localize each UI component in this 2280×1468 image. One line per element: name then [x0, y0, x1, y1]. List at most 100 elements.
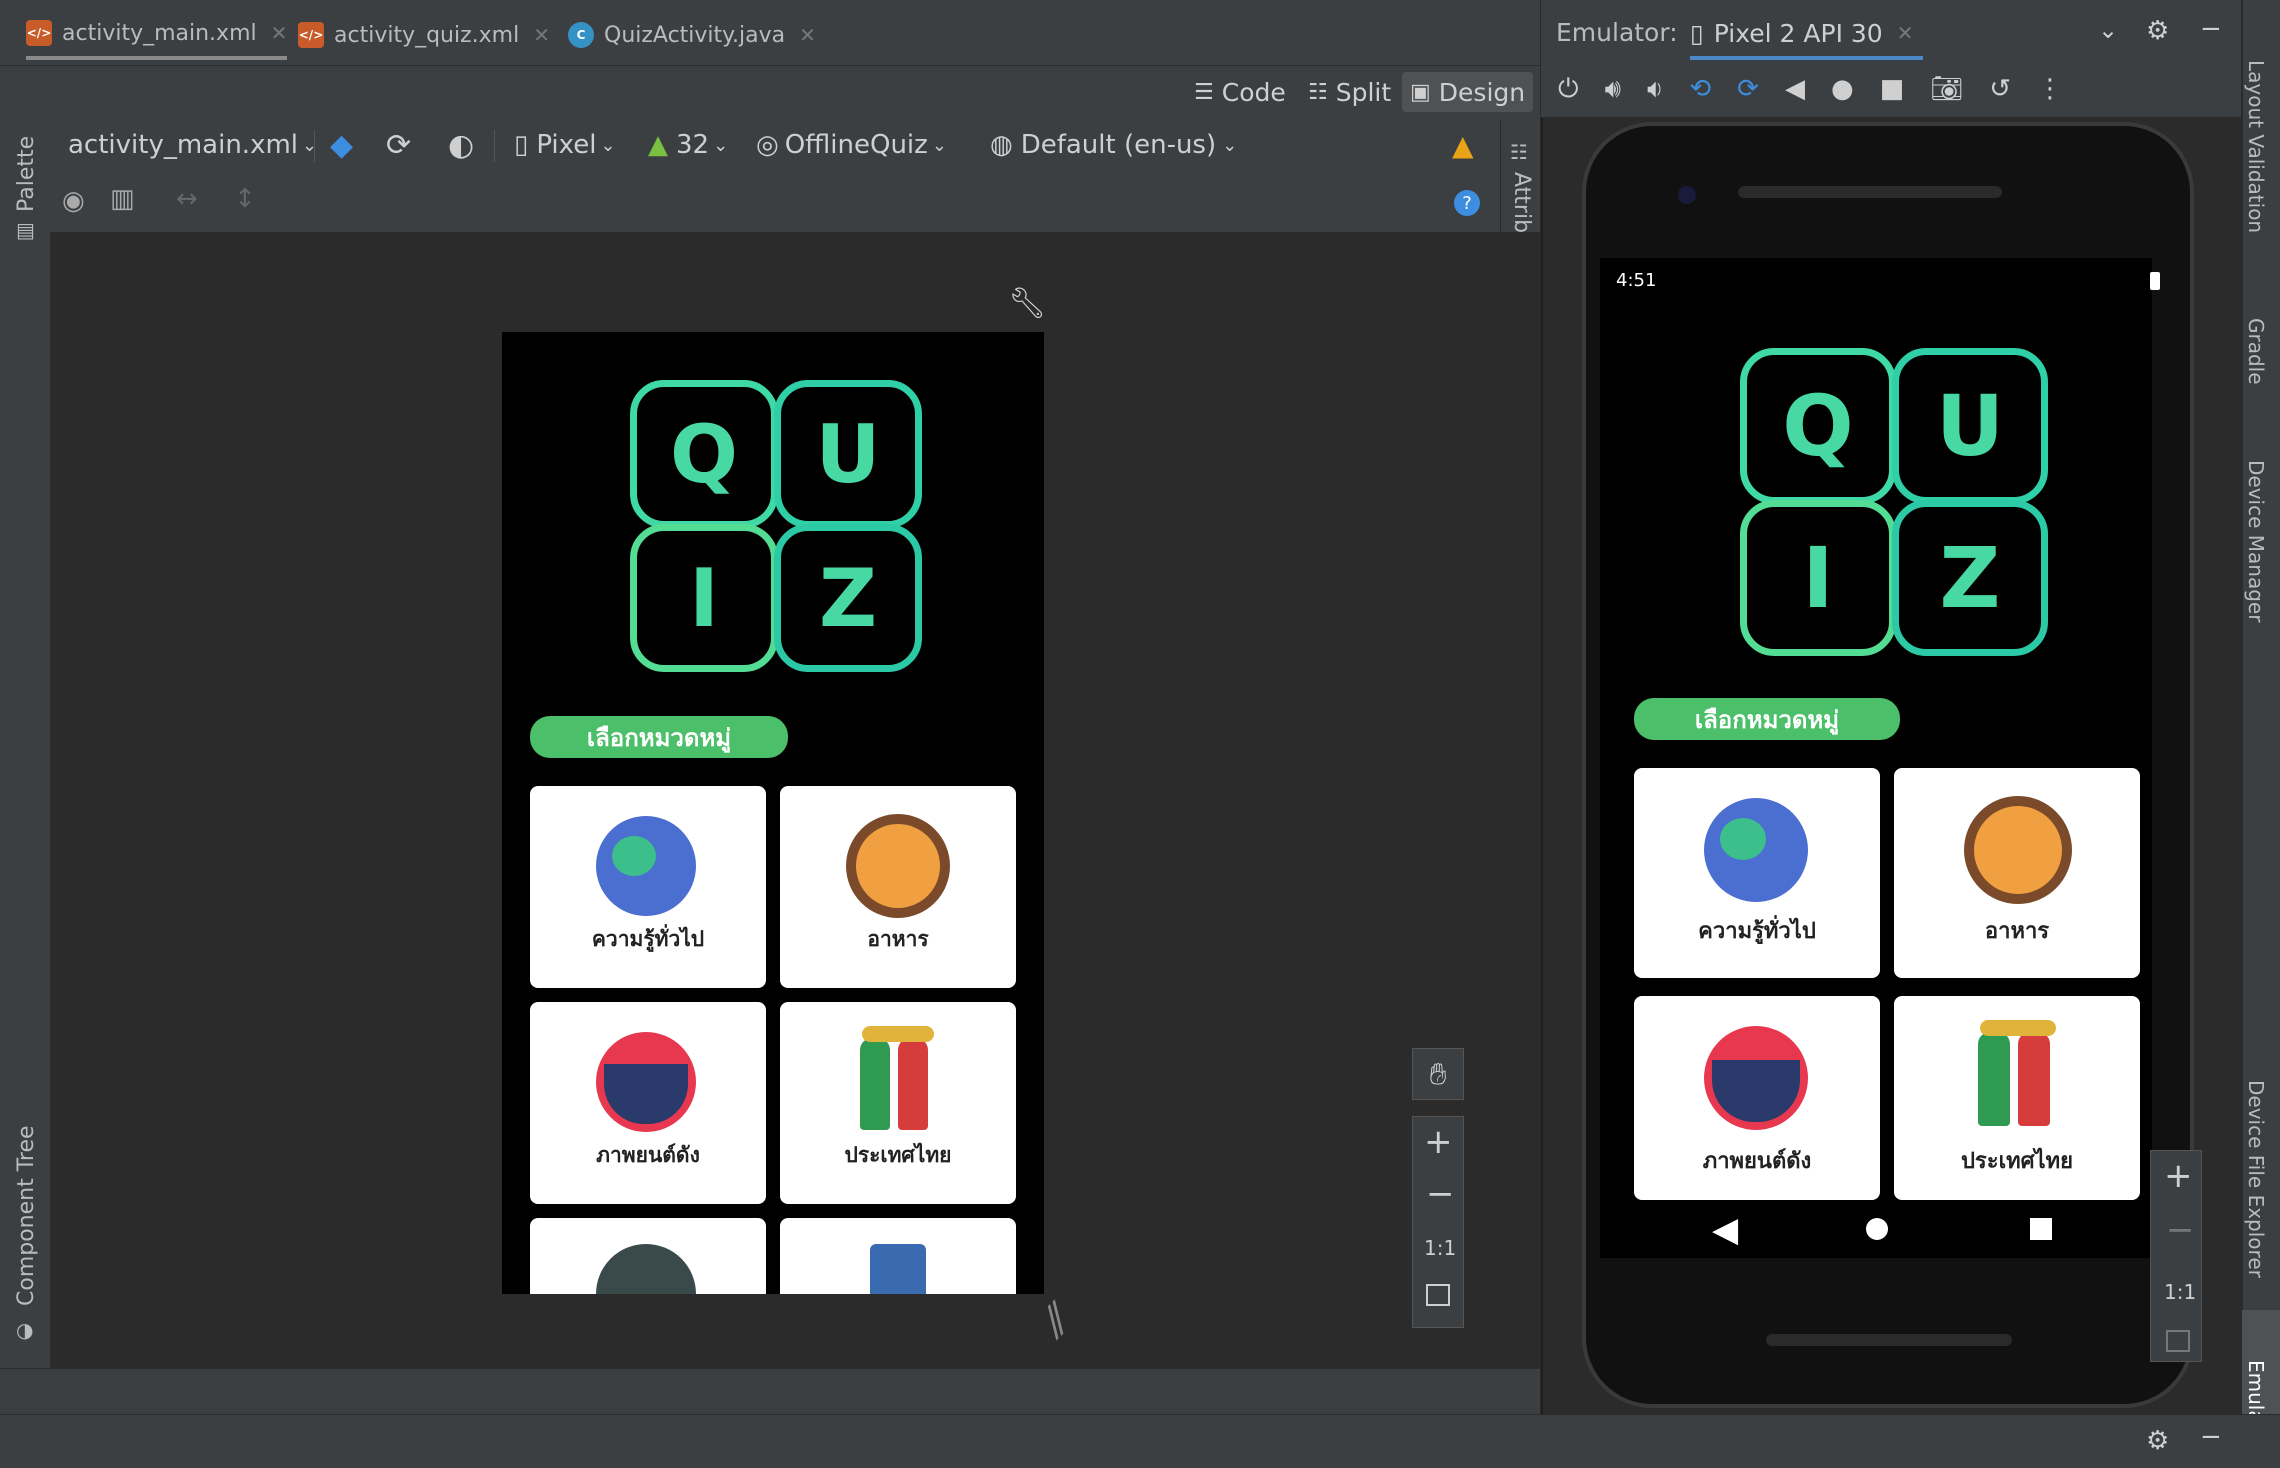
volume-up-icon[interactable]: 🔊︎ — [1605, 74, 1621, 105]
blueprint-icon[interactable]: ▥ — [110, 184, 135, 214]
gradle-tab[interactable]: Gradle — [2244, 318, 2268, 385]
dancer-crowns — [862, 1026, 934, 1042]
zoom-out-icon[interactable]: − — [2166, 1210, 2195, 1250]
globe-icon: ◍ — [990, 130, 1013, 160]
chevron-down-icon: ⌄ — [600, 134, 616, 156]
phone-icon: ▯ — [1690, 18, 1704, 48]
category-label: ภาพยนต์ดัง — [1702, 1149, 1812, 1174]
nav-overview-icon[interactable] — [2030, 1218, 2052, 1240]
logo-letter-q: Q — [1782, 377, 1854, 475]
thai-dancers-icon — [860, 1038, 890, 1130]
vertical-resize-icon[interactable]: ↕ — [234, 184, 256, 214]
api-selector[interactable]: ▲ 32 ⌄ — [648, 122, 728, 168]
layout-validation-tab[interactable]: Layout Validation — [2244, 60, 2268, 233]
minimize-icon[interactable]: − — [2200, 1422, 2222, 1452]
status-time: 4:51 — [1616, 270, 1657, 291]
emulator-label: Emulator: — [1556, 18, 1678, 47]
category-card-food[interactable]: อาหาร — [1894, 768, 2140, 978]
rotate-icon[interactable]: ⟳ — [386, 122, 411, 168]
palette-icon: ▤ — [16, 218, 35, 242]
phone-app-icon — [870, 1244, 926, 1294]
close-icon[interactable]: ✕ — [533, 23, 550, 47]
camera-icon[interactable]: 📷︎ — [1930, 74, 1963, 105]
tab-quiz-activity-java[interactable]: C QuizActivity.java ✕ — [568, 10, 816, 60]
horizontal-resize-icon[interactable]: ↔ — [176, 184, 198, 214]
tab-label: activity_main.xml — [62, 20, 257, 46]
volume-down-icon[interactable]: 🔉︎ — [1647, 74, 1663, 105]
logo-letter-z: Z — [818, 551, 877, 645]
category-card-general[interactable]: ความรู้ทั่วไป — [1634, 768, 1880, 978]
category-label: อาหาร — [867, 927, 929, 951]
close-icon[interactable]: ✕ — [271, 21, 288, 45]
tab-activity-quiz[interactable]: </> activity_quiz.xml ✕ — [298, 10, 550, 60]
help-icon[interactable]: ? — [1454, 190, 1480, 216]
category-card-food[interactable]: อาหาร — [780, 786, 1016, 988]
close-icon[interactable]: ✕ — [799, 23, 816, 47]
fit-screen-icon[interactable] — [1426, 1284, 1450, 1306]
category-card-movies[interactable]: ภาพยนต์ดัง — [1634, 996, 1880, 1200]
gear-icon[interactable]: ⚙︎ — [2146, 1426, 2169, 1456]
category-card-general[interactable]: ความรู้ทั่วไป — [530, 786, 766, 988]
theme-selector[interactable]: ◎ OfflineQuiz ⌄ — [756, 122, 947, 168]
logo-letter-q: Q — [669, 407, 738, 501]
night-mode-icon[interactable]: ◐ — [448, 122, 474, 168]
component-tree-tab[interactable]: Component Tree — [14, 1125, 39, 1306]
java-class-icon: C — [568, 22, 594, 48]
tab-activity-main[interactable]: </> activity_main.xml ✕ — [26, 10, 288, 60]
fit-screen-icon[interactable] — [2166, 1330, 2190, 1352]
phone-bottom-speaker — [1766, 1334, 2012, 1346]
zoom-out-icon[interactable]: − — [1426, 1174, 1455, 1214]
close-icon[interactable]: ✕ — [1897, 21, 1914, 45]
home-icon[interactable]: ● — [1831, 74, 1854, 105]
rotate-left-icon[interactable]: ⟲ — [1689, 74, 1711, 105]
editor-tab-bar: </> activity_main.xml ✕ </> activity_qui… — [0, 0, 1540, 66]
nav-home-icon[interactable] — [1866, 1218, 1888, 1240]
xml-file-icon: </> — [298, 22, 324, 48]
gear-icon[interactable]: ⚙︎ — [2146, 16, 2169, 46]
design-mode-button[interactable]: ▣ Design — [1402, 72, 1534, 112]
device-selector[interactable]: ▯ Pixel ⌄ — [514, 122, 616, 168]
snapshot-icon[interactable]: ↺ — [1989, 74, 2011, 105]
layers-icon[interactable]: ◆ — [330, 122, 353, 168]
logo-letter-z: Z — [1939, 529, 2001, 627]
nav-back-icon[interactable]: ◀ — [1712, 1210, 1738, 1250]
eye-icon[interactable]: ◉ — [62, 186, 85, 216]
device-file-explorer-tab[interactable]: Device File Explorer — [2244, 1080, 2268, 1278]
emulator-device-tab[interactable]: ▯ Pixel 2 API 30 ✕ — [1690, 10, 1924, 60]
select-category-button[interactable]: เลือกหมวดหมู่ — [1634, 698, 1900, 740]
split-label: Split — [1335, 77, 1392, 107]
design-preview-screen[interactable]: Q U I Z เลือกหมวดหมู่ ความรู้ทั่วไป อาหา… — [502, 332, 1044, 1294]
warning-icon[interactable]: ▲ — [1452, 122, 1474, 168]
phone-camera-icon — [1678, 186, 1696, 204]
select-category-button[interactable]: เลือกหมวดหมู่ — [530, 716, 788, 758]
android-icon: ▲ — [648, 130, 668, 160]
device-manager-tab[interactable]: Device Manager — [2244, 460, 2268, 622]
power-icon[interactable]: ⏻ — [1558, 74, 1579, 105]
zoom-in-icon[interactable]: + — [1424, 1122, 1453, 1162]
actual-size-button[interactable]: 1:1 — [2164, 1280, 2196, 1304]
category-card-thailand[interactable]: ประเทศไทย — [1894, 996, 2140, 1200]
locale-selector[interactable]: ◍ Default (en-us) ⌄ — [990, 122, 1237, 168]
actual-size-button[interactable]: 1:1 — [1424, 1236, 1456, 1260]
category-card-partial[interactable] — [780, 1218, 1016, 1294]
rotate-right-icon[interactable]: ⟳ — [1737, 74, 1759, 105]
overview-icon[interactable]: ■ — [1880, 74, 1905, 105]
pan-hand-icon[interactable]: ✋︎ — [1412, 1048, 1464, 1100]
split-mode-button[interactable]: ☷ Split — [1308, 72, 1391, 112]
palette-tab[interactable]: Palette — [14, 136, 39, 212]
thai-dancer-figure — [2018, 1032, 2050, 1126]
code-mode-button[interactable]: ☰ Code — [1194, 72, 1286, 112]
category-label: ประเทศไทย — [844, 1143, 952, 1167]
category-card-thailand[interactable]: ประเทศไทย — [780, 1002, 1016, 1204]
category-card-partial[interactable] — [530, 1218, 766, 1294]
zoom-in-icon[interactable]: + — [2164, 1156, 2193, 1196]
category-card-movies[interactable]: ภาพยนต์ดัง — [530, 1002, 766, 1204]
minimize-icon[interactable]: − — [2200, 14, 2222, 44]
more-icon[interactable]: ⋮ — [2037, 74, 2063, 105]
back-icon[interactable]: ◀ — [1785, 74, 1805, 105]
emulator-screen[interactable]: 4:51 Q U I Z เลือกหมวดหมู่ ความรู้ทั่วไป… — [1600, 258, 2160, 1258]
chevron-down-icon[interactable]: ⌄ — [2098, 16, 2118, 44]
chevron-down-icon: ⌄ — [713, 134, 729, 156]
file-selector[interactable]: activity_main.xml ⌄ — [68, 122, 317, 168]
wrench-icon[interactable]: 🔧︎ — [1008, 286, 1046, 321]
